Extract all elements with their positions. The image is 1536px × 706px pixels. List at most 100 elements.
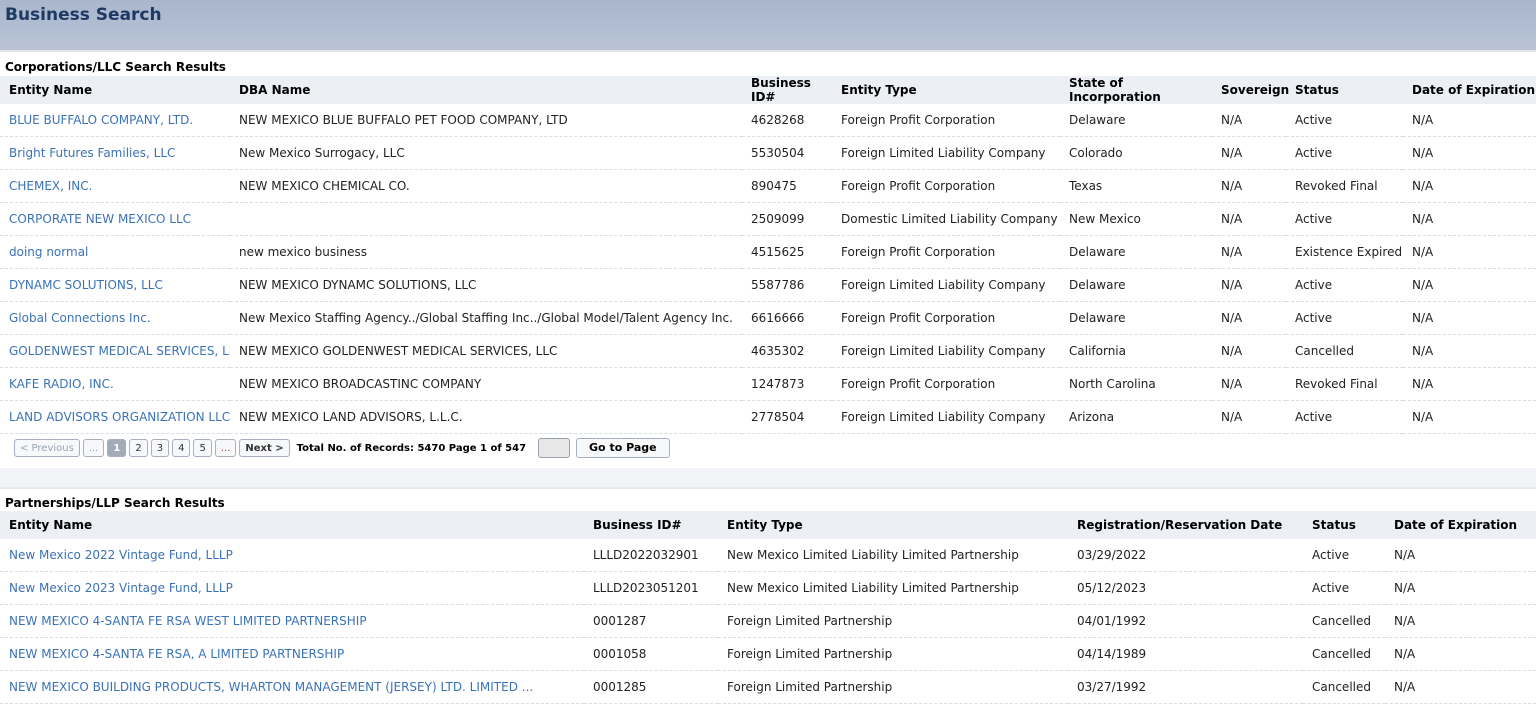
partnerships-panel: Partnerships/LLP Search Results Entity N…	[0, 487, 1536, 706]
corporations-panel: Corporations/LLC Search Results Entity N…	[0, 50, 1536, 470]
table-row: BLUE BUFFALO COMPANY, LTD. NEW MEXICO BLU…	[0, 104, 1536, 137]
business-id-cell: 890475	[742, 169, 832, 203]
col-entity-name[interactable]: Entity Name	[0, 511, 584, 539]
page-2-button[interactable]: 2	[129, 439, 148, 457]
col-state-of-incorporation[interactable]: State of Incorporation	[1060, 76, 1212, 104]
status-cell: Active	[1286, 104, 1403, 137]
dba-name-cell: NEW MEXICO BLUE BUFFALO PET FOOD COMPANY…	[230, 104, 742, 137]
entity-type-cell: Foreign Limited Liability Company	[832, 136, 1060, 170]
entity-type-cell: Foreign Profit Corporation	[832, 235, 1060, 269]
page-1-button[interactable]: 1	[107, 439, 127, 457]
entity-name-link[interactable]: New Mexico 2022 Vintage Fund, LLLP	[0, 539, 584, 572]
entity-name-link[interactable]: doing normal	[0, 235, 230, 269]
expiration-cell: N/A	[1403, 301, 1536, 335]
entity-name-link[interactable]: LAND ADVISORS ORGANIZATION LLC	[0, 400, 230, 434]
page-header: Business Search	[0, 0, 1536, 50]
dba-name-cell: new mexico business	[230, 235, 742, 269]
expiration-cell: N/A	[1403, 400, 1536, 434]
business-id-cell: 0001285	[584, 670, 718, 704]
entity-type-cell: Foreign Limited Liability Company	[832, 268, 1060, 302]
expiration-cell: N/A	[1385, 604, 1536, 638]
entity-name-link[interactable]: New Mexico 2023 Vintage Fund, LLLP	[0, 571, 584, 605]
business-id-cell: 6616666	[742, 301, 832, 335]
partnerships-header-row: Entity Name Business ID# Entity Type Reg…	[0, 511, 1536, 539]
col-status[interactable]: Status	[1303, 511, 1385, 539]
status-cell: Existence Expired	[1286, 235, 1403, 269]
col-dba-name[interactable]: DBA Name	[230, 76, 742, 104]
col-entity-name[interactable]: Entity Name	[0, 76, 230, 104]
registration-date-cell: 04/14/1989	[1068, 637, 1303, 671]
entity-name-link[interactable]: CHEMEX, INC.	[0, 169, 230, 203]
entity-name-link[interactable]: CORPORATE NEW MEXICO LLC	[0, 202, 230, 236]
state-cell: Texas	[1060, 169, 1212, 203]
table-row: NEW MEXICO 4-SANTA FE RSA WEST LIMITED P…	[0, 604, 1536, 638]
expiration-cell: N/A	[1403, 136, 1536, 170]
business-id-cell: 0001058	[584, 637, 718, 671]
state-cell: Delaware	[1060, 268, 1212, 302]
business-id-cell: 4515625	[742, 235, 832, 269]
previous-page-button[interactable]: < Previous	[14, 439, 80, 457]
registration-date-cell: 04/01/1992	[1068, 604, 1303, 638]
expiration-cell: N/A	[1385, 637, 1536, 671]
sovereign-cell: N/A	[1212, 235, 1286, 269]
business-id-cell: LLLD2023051201	[584, 571, 718, 605]
status-cell: Revoked Final	[1286, 169, 1403, 203]
state-cell: New Mexico	[1060, 202, 1212, 236]
entity-name-link[interactable]: GOLDENWEST MEDICAL SERVICES, LLC	[0, 334, 230, 368]
table-row: LAND ADVISORS ORGANIZATION LLC NEW MEXICO…	[0, 400, 1536, 434]
page-ellipsis-right-button[interactable]: ...	[214, 439, 237, 457]
page-ellipsis-left-button[interactable]: ...	[82, 439, 105, 457]
total-records-label: Total No. of Records: 5470 Page 1 of 547	[296, 442, 527, 454]
col-sovereign[interactable]: Sovereign	[1212, 76, 1289, 104]
page-number-input[interactable]	[538, 438, 571, 458]
registration-date-cell: 05/12/2023	[1068, 571, 1303, 605]
page-5-button[interactable]: 5	[193, 439, 212, 457]
page-3-button[interactable]: 3	[150, 439, 170, 457]
expiration-cell: N/A	[1403, 104, 1536, 137]
col-business-id[interactable]: Business ID#	[742, 76, 832, 104]
entity-type-cell: New Mexico Limited Liability Limited Par…	[718, 539, 1068, 572]
pagination: < Previous ... 1 2 3 4 5 ... Next > Tota…	[14, 438, 670, 458]
dba-name-cell: NEW MEXICO LAND ADVISORS, L.L.C.	[230, 400, 742, 434]
status-cell: Cancelled	[1303, 670, 1385, 704]
col-registration-date[interactable]: Registration/Reservation Date	[1068, 511, 1303, 539]
entity-name-link[interactable]: NEW MEXICO BUILDING PRODUCTS, WHARTON MA…	[0, 670, 584, 704]
col-date-of-expiration[interactable]: Date of Expiration	[1403, 76, 1536, 104]
state-cell: California	[1060, 334, 1212, 368]
go-to-page-button[interactable]: Go to Page	[576, 438, 670, 458]
dba-name-cell: NEW MEXICO CHEMICAL CO.	[230, 169, 742, 203]
registration-date-cell: 03/27/1992	[1068, 670, 1303, 704]
entity-name-link[interactable]: Bright Futures Families, LLC	[0, 136, 230, 170]
expiration-cell: N/A	[1403, 367, 1536, 401]
business-id-cell: 1247873	[742, 367, 832, 401]
entity-type-cell: Foreign Profit Corporation	[832, 169, 1060, 203]
dba-name-cell: NEW MEXICO GOLDENWEST MEDICAL SERVICES, …	[230, 334, 742, 368]
page-4-button[interactable]: 4	[172, 439, 191, 457]
entity-name-link[interactable]: NEW MEXICO 4-SANTA FE RSA WEST LIMITED P…	[0, 604, 584, 638]
sovereign-cell: N/A	[1212, 104, 1286, 137]
expiration-cell: N/A	[1403, 334, 1536, 368]
entity-type-cell: Foreign Profit Corporation	[832, 301, 1060, 335]
corporations-table: Entity Name DBA Name Business ID# Entity…	[0, 76, 1536, 434]
next-page-button[interactable]: Next >	[239, 439, 290, 457]
col-entity-type[interactable]: Entity Type	[832, 76, 1060, 104]
business-id-cell: 5587786	[742, 268, 832, 302]
table-row: NEW MEXICO BUILDING PRODUCTS, WHARTON MA…	[0, 670, 1536, 704]
entity-name-link[interactable]: BLUE BUFFALO COMPANY, LTD.	[0, 104, 230, 137]
dba-name-cell: New Mexico Surrogacy, LLC	[230, 136, 742, 170]
entity-name-link[interactable]: NEW MEXICO 4-SANTA FE RSA, A LIMITED PAR…	[0, 637, 584, 671]
business-id-cell: 5530504	[742, 136, 832, 170]
table-row: Global Connections Inc. New Mexico Staffi…	[0, 301, 1536, 335]
expiration-cell: N/A	[1403, 202, 1536, 236]
entity-name-link[interactable]: Global Connections Inc.	[0, 301, 230, 335]
col-date-of-expiration[interactable]: Date of Expiration	[1385, 511, 1536, 539]
col-entity-type[interactable]: Entity Type	[718, 511, 1068, 539]
sovereign-cell: N/A	[1212, 301, 1286, 335]
entity-name-link[interactable]: DYNAMC SOLUTIONS, LLC	[0, 268, 230, 302]
col-status[interactable]: Status	[1286, 76, 1403, 104]
entity-name-link[interactable]: KAFE RADIO, INC.	[0, 367, 230, 401]
corporations-header-row: Entity Name DBA Name Business ID# Entity…	[0, 76, 1536, 104]
sovereign-cell: N/A	[1212, 202, 1286, 236]
col-business-id[interactable]: Business ID#	[584, 511, 718, 539]
section-divider	[0, 468, 1536, 487]
